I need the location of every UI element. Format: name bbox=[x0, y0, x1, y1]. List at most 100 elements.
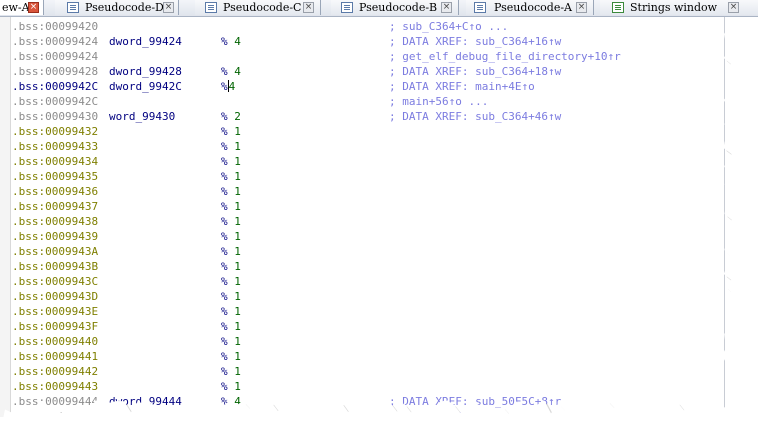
close-icon[interactable]: × bbox=[441, 2, 452, 13]
listing-line[interactable]: .bss:0009943E% 1 bbox=[12, 304, 712, 319]
listing-line[interactable]: .bss:00099430 word_99430% 2; DATA XREF: s… bbox=[12, 109, 712, 124]
listing-line[interactable]: .bss:00099428 dword_99428% 4; DATA XREF: … bbox=[12, 64, 712, 79]
data-declaration: % 1 bbox=[221, 139, 241, 154]
line-address: .bss:00099444 bbox=[12, 395, 99, 408]
data-declaration: % 4 bbox=[221, 64, 241, 79]
size-value: 1 bbox=[234, 335, 241, 348]
listing-line[interactable]: .bss:00099442 % 1 bbox=[12, 364, 712, 379]
xref-comment[interactable]: ; DATA XREF: sub_50F5C+8↑r bbox=[389, 394, 561, 409]
line-address: .bss:00099441 bbox=[12, 350, 99, 363]
xref-comment[interactable]: ; sub_C364+C↑o ... bbox=[389, 19, 508, 34]
symbol-name[interactable]: dword_99428 bbox=[109, 64, 182, 79]
data-declaration: % 1 bbox=[221, 124, 241, 139]
data-declaration: % 1 bbox=[221, 319, 241, 334]
directive: % bbox=[221, 200, 235, 213]
tab-6[interactable]: Strings window × bbox=[600, 0, 758, 15]
listing-line[interactable]: .bss:0009943B% 1 bbox=[12, 259, 712, 274]
tab-bar: ew-A × Pseudocode-D × Pseudocode-C × Pseudocod… bbox=[0, 0, 758, 17]
xref-comment[interactable]: ; DATA XREF: sub_C364+16↑w bbox=[389, 34, 561, 49]
line-address: .bss:00099443 bbox=[12, 380, 99, 393]
xref-comment[interactable]: ; get_elf_debug_file_directory+10↑r bbox=[389, 49, 621, 64]
size-value: 1 bbox=[234, 155, 241, 168]
size-value: 1 bbox=[234, 275, 241, 288]
data-declaration: % 1 bbox=[221, 154, 241, 169]
listing-line[interactable]: .bss:0009943D% 1 bbox=[12, 289, 712, 304]
close-icon[interactable]: × bbox=[303, 2, 314, 13]
tab-label: ew-A bbox=[2, 1, 30, 14]
listing-line[interactable]: .bss:00099424 dword_99424% 4 ; DATA XREF: … bbox=[12, 34, 712, 49]
line-address: .bss:00099436 bbox=[12, 185, 99, 198]
listing-line[interactable]: .bss:00099435% 1 bbox=[12, 169, 712, 184]
size-value: 1 bbox=[234, 230, 241, 243]
data-declaration: % 1 bbox=[221, 379, 241, 394]
listing-line[interactable]: .bss:00099434% 1 bbox=[12, 154, 712, 169]
listing-line[interactable]: .bss:00099436 % 1 bbox=[12, 184, 712, 199]
listing-line[interactable]: .bss:00099443 % 1 bbox=[12, 379, 712, 394]
line-address: .bss:00099442 bbox=[12, 365, 99, 378]
line-address: .bss:0009943A bbox=[12, 245, 99, 258]
size-value: 4 bbox=[234, 65, 241, 78]
listing-line[interactable]: .bss:00099444 dword_99444% 4; DATA XREF: … bbox=[12, 394, 712, 409]
tab-2[interactable]: Pseudocode-D × bbox=[55, 0, 179, 15]
data-declaration: % 1 bbox=[221, 184, 241, 199]
xref-comment[interactable]: ; DATA XREF: sub_C364+46↑w bbox=[389, 109, 561, 124]
code-icon bbox=[67, 2, 79, 13]
directive: % bbox=[221, 215, 235, 228]
xref-comment[interactable]: ; sub_50F5C... bbox=[389, 409, 482, 417]
listing-line[interactable]: .bss:0009942C ; main+56↑o ... bbox=[12, 94, 712, 109]
listing-line[interactable]: .bss:00099433% 1 bbox=[12, 139, 712, 154]
tab-label: Pseudocode-B bbox=[359, 1, 438, 14]
line-address: .bss:00099448 bbox=[12, 410, 99, 417]
listing-line[interactable]: .bss:00099448 ; sub_50F5C... bbox=[12, 409, 712, 417]
directive: % bbox=[221, 320, 235, 333]
directive: % bbox=[221, 395, 235, 408]
listing-line[interactable]: .bss:0009943C% 1 bbox=[12, 274, 712, 289]
tab-4[interactable]: Pseudocode-B × bbox=[331, 0, 459, 15]
symbol-name[interactable]: word_99430 bbox=[109, 109, 175, 124]
size-value: 1 bbox=[234, 380, 241, 393]
xref-comment[interactable]: ; main+56↑o ... bbox=[389, 94, 488, 109]
symbol-name[interactable]: dword_99424 bbox=[109, 34, 182, 49]
tab-3[interactable]: Pseudocode-C × bbox=[195, 0, 321, 15]
disassembly-listing[interactable]: .bss:00099420; sub_C364+C↑o ... .bss:0009… bbox=[0, 17, 725, 417]
listing-line[interactable]: .bss:00099440 % 1 bbox=[12, 334, 712, 349]
directive: % bbox=[221, 305, 235, 318]
data-declaration: % 1 bbox=[221, 364, 241, 379]
line-address: .bss:00099440 bbox=[12, 335, 99, 348]
close-icon[interactable]: × bbox=[163, 2, 174, 13]
directive: % bbox=[221, 365, 235, 378]
data-declaration: % 1 bbox=[221, 289, 241, 304]
line-address: .bss:00099424 bbox=[12, 35, 99, 48]
listing-line[interactable]: .bss:00099424 ; get_elf_debug_file_direct… bbox=[12, 49, 712, 64]
xref-comment[interactable]: ; DATA XREF: main+4E↑o bbox=[389, 79, 535, 94]
code-icon bbox=[205, 2, 217, 13]
data-declaration: % 1 bbox=[221, 334, 241, 349]
close-icon[interactable]: × bbox=[28, 2, 39, 13]
listing-line[interactable]: .bss:00099441% 1 bbox=[12, 349, 712, 364]
listing-line[interactable]: .bss:00099437% 1 bbox=[12, 199, 712, 214]
directive: % bbox=[221, 35, 235, 48]
size-value: 1 bbox=[234, 140, 241, 153]
listing-line[interactable]: .bss:00099432% 1 bbox=[12, 124, 712, 139]
symbol-name[interactable]: dword_9942C bbox=[109, 79, 182, 94]
listing-line[interactable]: .bss:0009943F% 1 bbox=[12, 319, 712, 334]
xref-comment[interactable]: ; DATA XREF: sub_C364+18↑w bbox=[389, 64, 561, 79]
size-value: 1 bbox=[234, 350, 241, 363]
listing-line[interactable]: .bss:00099420 ; sub_C364+C↑o ... bbox=[12, 19, 712, 34]
directive: % bbox=[221, 125, 235, 138]
directive: % bbox=[221, 350, 235, 363]
line-address: .bss:0009942C bbox=[12, 80, 99, 93]
listing-line[interactable]: .bss:0009943A% 1 bbox=[12, 244, 712, 259]
listing-line[interactable]: .bss:00099439% 1 bbox=[12, 229, 712, 244]
directive: % bbox=[221, 65, 235, 78]
tab-label: Strings window bbox=[630, 1, 718, 14]
tab-1[interactable]: ew-A × bbox=[0, 0, 44, 15]
close-icon[interactable]: × bbox=[728, 2, 739, 13]
close-icon[interactable]: × bbox=[576, 2, 587, 13]
tab-5[interactable]: Pseudocode-A × bbox=[466, 0, 594, 15]
listing-line[interactable]: .bss:0009942C dword_9942C %4; DATA XREF: m… bbox=[12, 79, 712, 94]
size-value: 4 bbox=[234, 35, 241, 48]
line-address: .bss:00099430 bbox=[12, 110, 99, 123]
listing-line[interactable]: .bss:00099438% 1 bbox=[12, 214, 712, 229]
symbol-name[interactable]: dword_99444 bbox=[109, 394, 182, 409]
